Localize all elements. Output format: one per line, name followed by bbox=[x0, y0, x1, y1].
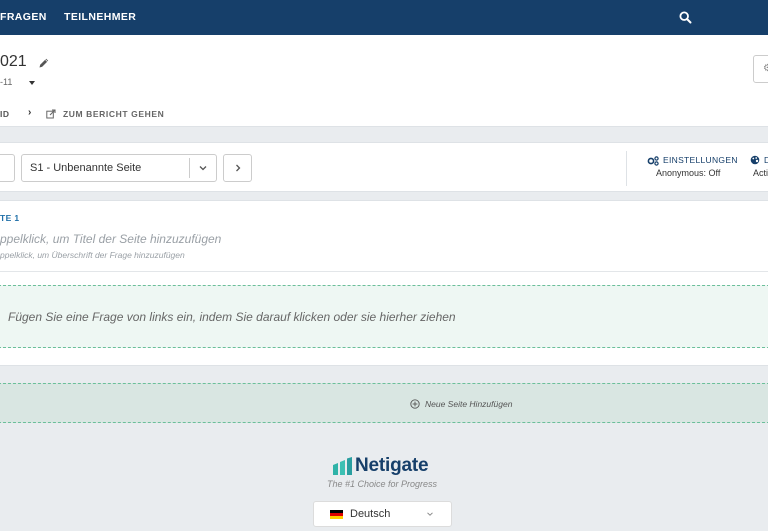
add-page-button[interactable]: Neue Seite Hinzufügen bbox=[0, 383, 768, 423]
brand-tagline: The #1 Choice for Progress bbox=[327, 479, 438, 489]
nav-tab-questions[interactable]: FRAGEN bbox=[0, 11, 47, 23]
external-link-icon[interactable] bbox=[46, 109, 56, 119]
pencil-icon[interactable] bbox=[38, 57, 50, 69]
anonymous-status: Anonymous: Off bbox=[656, 168, 721, 178]
cogs-icon bbox=[647, 156, 659, 166]
chevron-right-icon bbox=[236, 164, 241, 172]
next-page-button[interactable] bbox=[223, 154, 252, 182]
page-card: TE 1 ppelklick, um Titel der Seite hinzu… bbox=[0, 200, 768, 366]
plus-circle-icon bbox=[410, 399, 420, 409]
question-heading-placeholder[interactable]: ppelklick, um Überschrift der Frage hinz… bbox=[0, 250, 185, 260]
card-separator bbox=[0, 271, 768, 272]
design-button[interactable]: D bbox=[764, 155, 768, 165]
page-title-placeholder[interactable]: ppelklick, um Titel der Seite hinzuzufüg… bbox=[0, 232, 221, 246]
gear-icon: ⚙ bbox=[763, 63, 768, 74]
go-to-report-link[interactable]: ZUM BERICHT GEHEN bbox=[63, 109, 164, 119]
header-action-button[interactable]: ⚙ bbox=[753, 55, 768, 83]
toolbar-divider bbox=[626, 151, 627, 186]
previous-page-button[interactable] bbox=[0, 154, 15, 182]
nav-tab-participants[interactable]: TEILNEHMER bbox=[64, 11, 136, 23]
top-nav: FRAGEN TEILNEHMER bbox=[0, 0, 768, 35]
chevron-down-icon[interactable] bbox=[29, 81, 35, 85]
page-label: TE 1 bbox=[0, 213, 20, 223]
design-status: Acti bbox=[753, 168, 768, 178]
select-divider bbox=[189, 158, 190, 178]
survey-title[interactable]: 021 bbox=[0, 53, 27, 71]
brand-logo-text: Netigate bbox=[355, 455, 429, 476]
german-flag-icon bbox=[330, 510, 343, 519]
breadcrumb-separator: › bbox=[28, 107, 32, 118]
page-select[interactable]: S1 - Unbenannte Seite bbox=[21, 154, 217, 182]
add-page-label: Neue Seite Hinzufügen bbox=[425, 399, 513, 409]
chevron-down-icon bbox=[199, 166, 207, 171]
page-select-value: S1 - Unbenannte Seite bbox=[30, 162, 142, 174]
search-icon[interactable] bbox=[679, 11, 692, 24]
language-select[interactable]: Deutsch bbox=[313, 501, 452, 527]
page-toolbar: S1 - Unbenannte Seite EINSTELLUNGEN Anon… bbox=[0, 142, 768, 192]
question-dropzone[interactable]: Fügen Sie eine Frage von links ein, inde… bbox=[0, 285, 768, 348]
settings-button[interactable]: EINSTELLUNGEN bbox=[663, 155, 738, 165]
survey-header: 021 -11 ID › ZUM BERICHT GEHEN ⚙ bbox=[0, 35, 768, 127]
breadcrumb-item[interactable]: ID bbox=[0, 109, 10, 119]
dropzone-text: Fügen Sie eine Frage von links ein, inde… bbox=[8, 310, 456, 324]
language-select-value: Deutsch bbox=[350, 508, 391, 520]
netigate-logo-icon bbox=[333, 457, 352, 475]
palette-icon bbox=[750, 155, 760, 165]
chevron-down-icon bbox=[427, 512, 433, 516]
survey-subinfo: -11 bbox=[0, 77, 13, 87]
